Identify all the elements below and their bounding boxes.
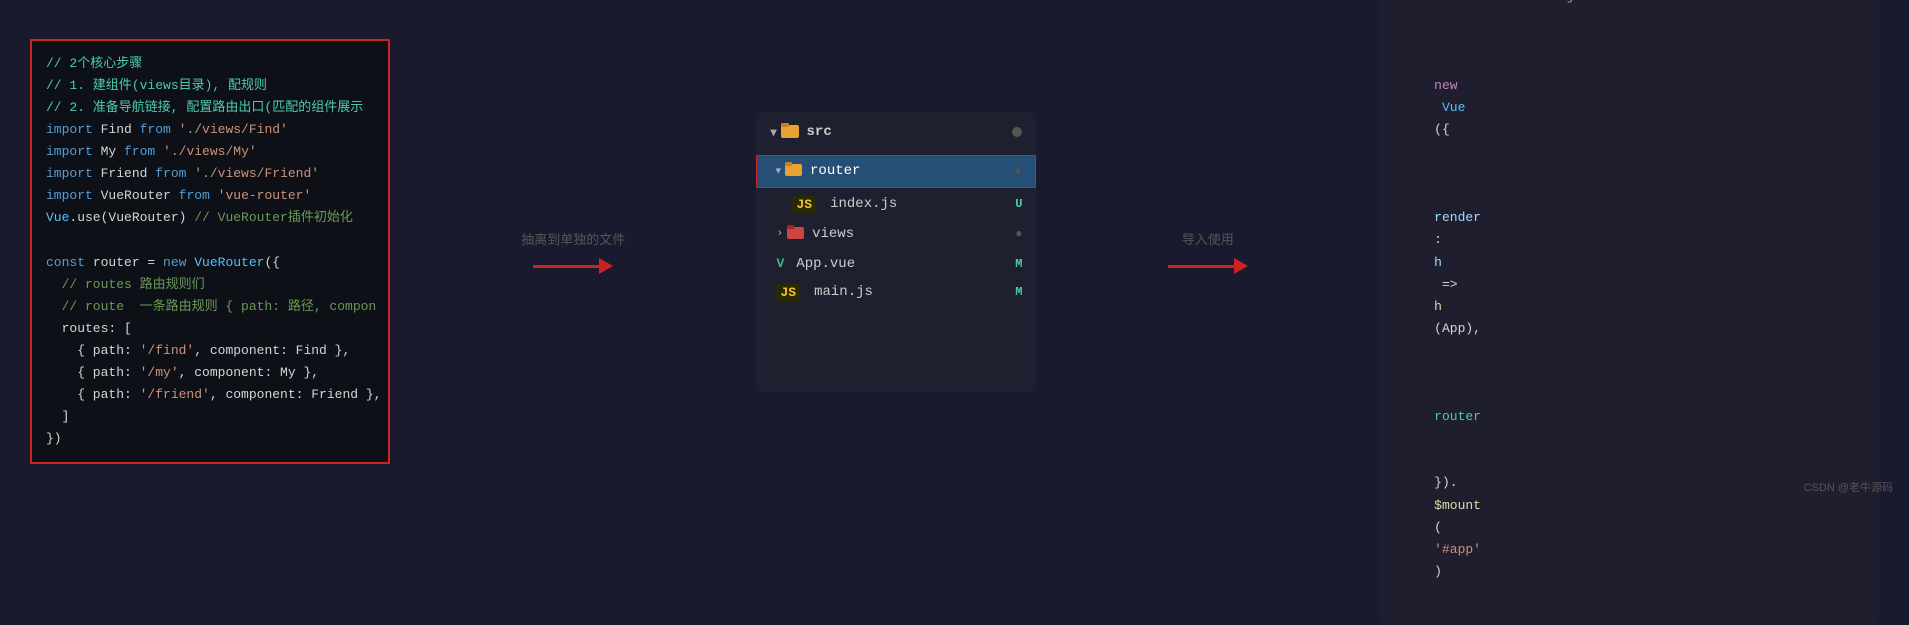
code-line-16: ]	[46, 406, 374, 428]
comment-2: // 1. 建组件(views目录), 配规则	[46, 78, 267, 93]
chevron-src: ▾	[770, 125, 776, 140]
code-line-1: // 2个核心步骤	[46, 53, 374, 75]
mainjs-badge: M	[1015, 285, 1022, 299]
code-line-8: Vue.use(VueRouter) // VueRouter插件初始化	[46, 207, 374, 229]
rp-line-5: router	[1403, 362, 1855, 450]
rp-render-key: render	[1434, 210, 1481, 225]
comment-1: // 2个核心步骤	[46, 56, 142, 71]
rp-vue: Vue	[1434, 100, 1465, 115]
arrow1-area: 抽离到单独的文件	[521, 229, 625, 274]
right-code-panel: import router from './router/index.js' n…	[1379, 0, 1879, 625]
rp-brace1: ({	[1434, 122, 1450, 137]
rp-h-param: h	[1434, 255, 1442, 270]
arrow2-head	[1234, 258, 1248, 274]
tree-item-indexjs[interactable]: JS index.js U	[756, 190, 1036, 219]
rp-h-call: h	[1434, 299, 1442, 314]
arrow2-arrow	[1168, 258, 1248, 274]
code-line-4: import Find from './views/Find'	[46, 119, 374, 141]
chevron-router: ▾	[775, 164, 781, 178]
tree-src-dot	[1012, 127, 1022, 137]
code-line-7: import VueRouter from 'vue-router'	[46, 185, 374, 207]
arrow2-label: 导入使用	[1182, 229, 1234, 248]
code-line-13: { path: '/find', component: Find },	[46, 340, 374, 362]
vue-icon-appvue: V	[776, 256, 784, 271]
views-folder-icon	[787, 225, 804, 244]
rp-line-3: new Vue ({	[1403, 53, 1855, 163]
rp-blank	[1403, 31, 1855, 53]
js-icon-indexjs: JS	[792, 196, 816, 213]
tree-src-label: src	[807, 124, 832, 140]
rp-line-4: render : h => h (App),	[1403, 163, 1855, 362]
rp-indent2	[1434, 387, 1450, 402]
tree-item-views[interactable]: › views ●	[756, 219, 1036, 250]
appvue-badge: M	[1015, 257, 1022, 271]
code-line-15: { path: '/friend', component: Friend },	[46, 384, 374, 406]
code-line-10: // routes 路由规则们	[46, 274, 374, 296]
arrow1-label: 抽离到单独的文件	[521, 229, 625, 248]
rp-new: new	[1434, 78, 1457, 93]
file-tree-panel: ▾ src ▾ router ● JS index.js U ›	[756, 112, 1036, 392]
code-line-14: { path: '/my', component: My },	[46, 362, 374, 384]
code-line-3: // 2. 准备导航链接, 配置路由出口(匹配的组件展示	[46, 97, 374, 119]
code-line-9: const router = new VueRouter({	[46, 252, 374, 274]
router-folder-icon	[785, 162, 802, 181]
code-line-11: // route 一条路由规则 { path: 路径, compon	[46, 296, 374, 318]
rp-colon1: :	[1434, 232, 1450, 247]
rp-mount: $mount	[1434, 498, 1481, 513]
indexjs-badge: U	[1015, 197, 1022, 211]
rp-line-6: }). $mount ( '#app' )	[1403, 450, 1855, 605]
code-line-2: // 1. 建组件(views目录), 配规则	[46, 75, 374, 97]
code-line-blank	[46, 229, 374, 251]
left-code-panel: // 2个核心步骤 // 1. 建组件(views目录), 配规则 // 2. …	[30, 39, 390, 465]
arrow1-head	[599, 258, 613, 274]
code-line-5: import My from './views/My'	[46, 141, 374, 163]
src-folder-icon	[781, 122, 799, 143]
indexjs-name: index.js	[830, 196, 1015, 212]
rp-indent1	[1434, 188, 1450, 203]
arrow2-line	[1168, 265, 1234, 268]
rp-router-key: router	[1434, 409, 1481, 424]
router-folder-name: router	[810, 163, 1014, 179]
code-line-12: routes: [	[46, 318, 374, 340]
rp-close-brace: }).	[1434, 475, 1457, 490]
views-folder-name: views	[812, 226, 1015, 242]
js-icon-mainjs: JS	[776, 284, 800, 301]
rp-path: './router/index.js'	[1434, 0, 1590, 4]
rp-app: (App),	[1434, 321, 1481, 336]
rp-mount-paren: (	[1434, 520, 1442, 535]
code-line-17: })	[46, 428, 374, 450]
arrow1-line	[533, 265, 599, 268]
chevron-views: ›	[776, 228, 783, 240]
watermark: CSDN @老牛源码	[1804, 479, 1893, 495]
tree-header: ▾ src	[756, 112, 1036, 153]
tree-item-appvue[interactable]: V App.vue M	[756, 250, 1036, 278]
views-badge: ●	[1015, 227, 1022, 241]
rp-app-id: '#app'	[1434, 542, 1481, 557]
tree-item-router[interactable]: ▾ router ●	[756, 155, 1036, 188]
arrow2-area: 导入使用	[1168, 229, 1248, 274]
mainjs-name: main.js	[814, 284, 1015, 300]
router-badge: ●	[1014, 164, 1021, 178]
tree-item-mainjs[interactable]: JS main.js M	[756, 278, 1036, 307]
arrow1-arrow	[533, 258, 613, 274]
appvue-name: App.vue	[796, 256, 1015, 272]
rp-mount-close: )	[1434, 564, 1442, 579]
comment-3: // 2. 准备导航链接, 配置路由出口(匹配的组件展示	[46, 100, 363, 115]
code-line-6: import Friend from './views/Friend'	[46, 163, 374, 185]
rp-line-1: import router from './router/index.js'	[1403, 0, 1855, 31]
rp-arrow-fn: =>	[1434, 277, 1465, 292]
